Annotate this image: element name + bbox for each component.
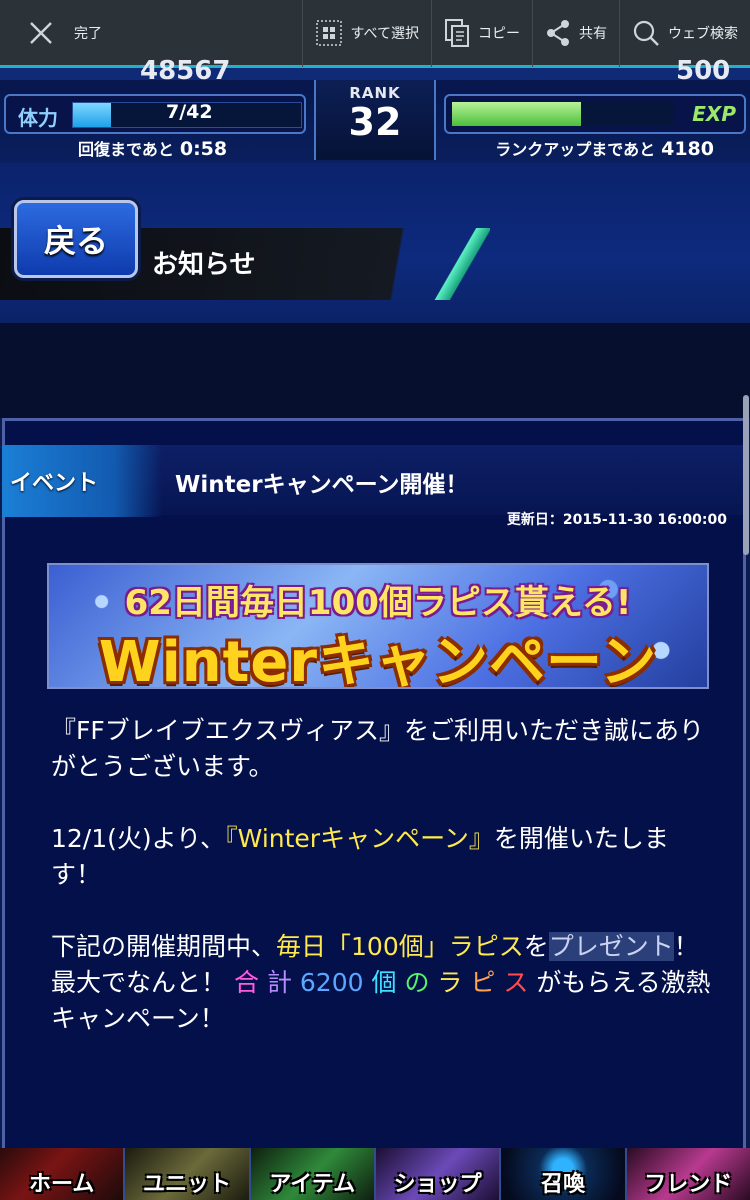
notice-heading: イベント Winterキャンペーン開催！	[2, 445, 743, 517]
rank-value: 32	[348, 100, 402, 144]
rankup-remaining: ランクアップまであと 4180	[495, 138, 714, 160]
scrollbar[interactable]	[743, 395, 749, 555]
select-all-button[interactable]: すべて選択	[301, 0, 431, 67]
paragraph-3: 下記の開催期間中、毎日「100個」ラピスをプレゼント！	[51, 932, 699, 961]
done-button[interactable]: 完了	[74, 23, 102, 43]
nav-summon[interactable]: 召喚	[499, 1148, 625, 1200]
select-all-icon	[315, 19, 342, 46]
stamina-fill	[73, 103, 112, 127]
gil-value: 48567	[140, 56, 231, 86]
status-top-strip: 48567 500	[0, 56, 750, 86]
stamina-gauge: 体力 7/42	[4, 94, 306, 134]
updated-date: 更新日：2015-11-30 16:00:00	[506, 512, 727, 528]
campaign-name-highlight: 『Winterキャンペーン』	[225, 824, 494, 853]
rankup-value: 4180	[661, 138, 714, 160]
paragraph-4: 最大でなんと！ 合 計 6200 個 の ラ ピ ス がもらえる激熱キャンペーン…	[51, 968, 711, 1033]
copy-icon	[445, 18, 469, 47]
nav-item[interactable]: アイテム	[248, 1148, 374, 1200]
stamina-label: 体力	[18, 106, 58, 130]
text-selection-toolbar: 完了 すべて選択 コピー 共有 ウェブ検索	[0, 0, 750, 68]
copy-button[interactable]: コピー	[431, 0, 532, 67]
stamina-value: 7/42	[166, 101, 213, 123]
player-status: 48567 500 体力 7/42 回復まであと 0:58 RANK 32 EXP…	[0, 56, 750, 163]
nav-friend[interactable]: フレンド	[624, 1148, 750, 1200]
paragraph-2: 12/1(火)より、『Winterキャンペーン』を開催いたします！	[51, 824, 669, 889]
recover-timer: 回復まであと 0:58	[78, 138, 228, 160]
notice-title: Winterキャンペーン開催！	[175, 472, 469, 498]
bottom-navigation: ホーム ユニット アイテム ショップ 召喚 フレンド	[0, 1148, 750, 1200]
rank-box: RANK 32	[314, 80, 436, 160]
back-button[interactable]: 戻る	[14, 200, 138, 278]
banner-line-2: Winterキャンペーン	[98, 630, 658, 689]
exp-label: EXP	[692, 102, 736, 126]
nav-shop[interactable]: ショップ	[373, 1148, 500, 1200]
notice-panel[interactable]: イベント Winterキャンペーン開催！ 更新日：2015-11-30 16:0…	[2, 395, 749, 1148]
selected-text[interactable]: プレゼント	[548, 932, 674, 961]
category-badge: イベント	[2, 445, 162, 517]
notice-body[interactable]: 『FFブレイブエクスヴィアス』をご利用いただき誠にありがとうございます。 12/…	[51, 713, 711, 1073]
nav-unit[interactable]: ユニット	[123, 1148, 249, 1200]
nav-home[interactable]: ホーム	[0, 1148, 124, 1200]
share-button[interactable]: 共有	[532, 0, 619, 67]
page-title: お知らせ	[152, 250, 256, 280]
exp-fill	[452, 102, 581, 126]
campaign-banner: 62日間毎日100個ラピス貰える! Winterキャンペーン	[47, 563, 709, 689]
search-icon	[633, 20, 659, 46]
share-icon	[547, 19, 569, 46]
recover-time: 0:58	[179, 138, 228, 160]
lapis-value: 500	[676, 56, 731, 86]
exp-track	[452, 102, 674, 126]
exp-gauge: EXP	[444, 94, 746, 134]
paragraph-1: 『FFブレイブエクスヴィアス』をご利用いただき誠にありがとうございます。	[51, 716, 705, 781]
close-icon[interactable]	[14, 0, 68, 67]
